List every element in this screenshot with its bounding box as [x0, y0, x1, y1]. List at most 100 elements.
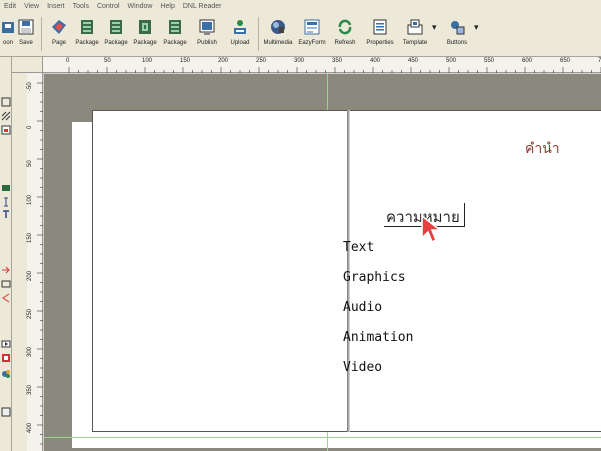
book-left-page — [92, 110, 348, 432]
open-label: oon — [2, 40, 13, 46]
ruler-label: 0 — [27, 125, 33, 129]
menu-bar: Edit View Insert Tools Control Window He… — [0, 0, 601, 13]
picture-tool-icon[interactable] — [1, 183, 11, 193]
media-tool-icon[interactable] — [1, 339, 11, 349]
rect-tool-icon[interactable] — [1, 279, 11, 289]
form-icon — [304, 19, 320, 35]
package-button-3[interactable]: Package — [130, 15, 160, 55]
ruler-label: 550 — [484, 58, 495, 64]
toolbar: oon Save Page Package Package Package Pa… — [0, 13, 601, 57]
refresh-icon — [338, 19, 352, 35]
page-label: Page — [51, 40, 66, 46]
menu-control[interactable]: Control — [97, 0, 120, 13]
publish-label: Publish — [197, 40, 217, 46]
upload-label: Upload — [230, 40, 250, 46]
template-button[interactable]: Template — [398, 15, 432, 55]
page-icon — [52, 20, 66, 34]
publish-button[interactable]: Publish — [192, 15, 222, 55]
menu-help[interactable]: Help — [160, 0, 174, 13]
ruler-label: 400 — [27, 422, 33, 433]
template-icon — [407, 19, 423, 35]
menu-edit[interactable]: Edit — [4, 0, 16, 13]
upload-button[interactable]: Upload — [225, 15, 255, 55]
hatch-tool-icon[interactable] — [1, 111, 11, 121]
horizontal-ruler-ticks — [68, 67, 601, 73]
ruler-label: 500 — [446, 58, 457, 64]
multimedia-button[interactable]: Multimedia — [260, 15, 296, 55]
movie-tool-icon[interactable] — [1, 353, 11, 363]
save-label: Save — [19, 40, 33, 46]
ruler-label: 300 — [294, 58, 305, 64]
ruler-label: 400 — [370, 58, 381, 64]
list-item-audio[interactable]: Audio — [343, 300, 382, 315]
frame-tool-icon[interactable] — [1, 97, 11, 107]
text-tool-icon[interactable] — [1, 209, 11, 219]
list-item-animation[interactable]: Animation — [343, 330, 413, 345]
package-icon — [169, 20, 181, 34]
text-cursor-tool-icon[interactable] — [1, 197, 11, 207]
mouse-pointer-icon — [421, 214, 443, 244]
ruler-label: 200 — [27, 270, 33, 281]
ruler-label: 250 — [27, 308, 33, 319]
left-strip — [12, 73, 27, 451]
package-label-1: Package — [75, 40, 99, 46]
container-tool-icon[interactable] — [1, 407, 11, 417]
menu-tools[interactable]: Tools — [73, 0, 89, 13]
package-label-3: Package — [133, 40, 157, 46]
ruler-label: 450 — [408, 58, 419, 64]
properties-button[interactable]: Properties — [362, 15, 398, 55]
buttons-button[interactable]: Buttons — [440, 15, 474, 55]
package-button-1[interactable]: Package — [72, 15, 102, 55]
sound-tool-icon[interactable] — [1, 369, 11, 379]
buttons-dropdown-icon[interactable]: ▾ — [474, 22, 479, 33]
package-icon — [81, 20, 93, 34]
properties-icon — [373, 19, 387, 35]
package-icon — [139, 20, 151, 34]
ruler-label: 650 — [560, 58, 571, 64]
package-icon — [110, 20, 122, 34]
buttons-label: Buttons — [446, 40, 468, 46]
menu-insert[interactable]: Insert — [47, 0, 65, 13]
menu-dnl-reader[interactable]: DNL Reader — [183, 0, 222, 13]
page-button[interactable]: Page — [46, 15, 72, 55]
left-tool-panel — [0, 57, 12, 451]
list-item-text[interactable]: Text — [343, 240, 374, 255]
line-tool-icon[interactable] — [1, 293, 11, 303]
vertical-ruler: -50050100150200250300350400450 — [27, 73, 43, 451]
menu-view[interactable]: View — [24, 0, 39, 13]
ruler-label: 150 — [27, 232, 33, 243]
eazyform-label: EazyForm — [298, 40, 326, 46]
package-button-4[interactable]: Package — [160, 15, 190, 55]
refresh-button[interactable]: Refresh — [330, 15, 360, 55]
menu-window[interactable]: Window — [128, 0, 153, 13]
eazyform-button[interactable]: EazyForm — [294, 15, 330, 55]
template-dropdown-icon[interactable]: ▾ — [432, 22, 437, 33]
image-tool-icon[interactable] — [1, 125, 11, 135]
package-label-2: Package — [104, 40, 128, 46]
ruler-label: 200 — [218, 58, 229, 64]
ruler-label: -50 — [27, 82, 33, 91]
ruler-label: 0 — [66, 58, 70, 64]
buttons-icon — [451, 21, 465, 35]
list-item-video[interactable]: Video — [343, 360, 382, 375]
package-button-2[interactable]: Package — [101, 15, 131, 55]
refresh-label: Refresh — [334, 40, 356, 46]
ruler-label: 250 — [256, 58, 267, 64]
ruler-label: 50 — [27, 160, 33, 167]
multimedia-label: Multimedia — [263, 40, 293, 46]
template-label: Template — [402, 40, 428, 46]
ruler-label: 150 — [180, 58, 191, 64]
ruler-label: 100 — [142, 58, 153, 64]
list-item-graphics[interactable]: Graphics — [343, 270, 406, 285]
arrow-tool-icon[interactable] — [1, 265, 11, 275]
ruler-label: 600 — [522, 58, 533, 64]
editor-canvas[interactable] — [44, 74, 601, 451]
ruler-label: 350 — [332, 58, 343, 64]
page-title[interactable]: คำนำ — [525, 138, 560, 160]
ruler-corner — [12, 57, 43, 73]
horizontal-guide[interactable] — [44, 437, 601, 438]
properties-label: Properties — [366, 40, 394, 46]
save-button[interactable]: Save — [14, 15, 38, 55]
ruler-label: 50 — [104, 58, 111, 64]
publish-icon — [199, 19, 215, 35]
